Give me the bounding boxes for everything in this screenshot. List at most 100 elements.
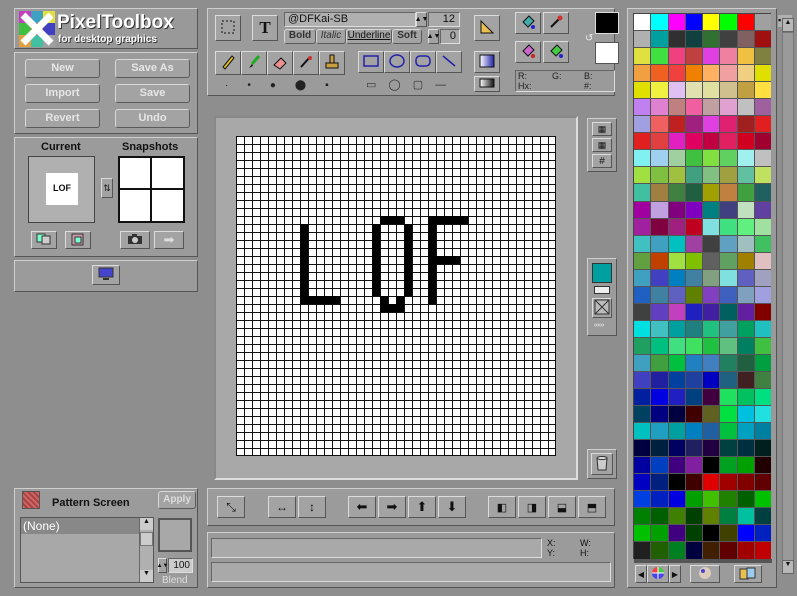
palette-swatch[interactable] xyxy=(634,201,652,219)
palette-swatch[interactable] xyxy=(754,406,772,424)
palette-swatch[interactable] xyxy=(668,269,686,287)
palette-swatch[interactable] xyxy=(703,337,721,355)
palette-swatch[interactable] xyxy=(685,31,703,49)
palette-swatch[interactable] xyxy=(754,491,772,509)
palette-swatch[interactable] xyxy=(754,184,772,202)
palette-swatch[interactable] xyxy=(703,303,721,321)
palette-swatch[interactable] xyxy=(754,286,772,304)
palette-swatch[interactable] xyxy=(703,269,721,287)
palette-swatch[interactable] xyxy=(720,371,738,390)
restore-snapshot-button[interactable]: ➡ xyxy=(154,231,184,249)
palette-prev-button[interactable]: ◀ xyxy=(635,565,647,583)
palette-swatch[interactable] xyxy=(703,406,721,424)
palette-swatch[interactable] xyxy=(720,542,738,560)
palette-swatch[interactable] xyxy=(754,99,772,117)
palette-swatch[interactable] xyxy=(634,423,652,441)
palette-swatch[interactable] xyxy=(720,508,738,526)
palette-swatch[interactable] xyxy=(703,99,721,117)
palette-swatch[interactable] xyxy=(668,235,686,253)
palette-swatch[interactable] xyxy=(634,252,652,270)
palette-swatch[interactable] xyxy=(651,65,669,83)
pattern-apply-button[interactable]: Apply xyxy=(158,491,196,509)
palette-swatch[interactable] xyxy=(737,354,755,372)
transparent-color-swatch[interactable] xyxy=(592,263,612,283)
shift-down-button[interactable]: ⬇ xyxy=(438,496,466,518)
palette-swatch[interactable] xyxy=(720,406,738,424)
ellipse-tool[interactable] xyxy=(384,51,410,73)
palette-swatch[interactable] xyxy=(754,116,772,134)
palette-swatch[interactable] xyxy=(703,491,721,509)
palette-swatch[interactable] xyxy=(634,14,652,32)
palette-swatch[interactable] xyxy=(720,525,738,543)
palette-swatch[interactable] xyxy=(703,457,721,475)
angle-tool[interactable] xyxy=(474,15,500,41)
flip-horizontal-button[interactable]: ↔ xyxy=(268,496,296,518)
palette-swatch[interactable] xyxy=(754,14,772,32)
palette-swatch[interactable] xyxy=(634,303,652,321)
palette-swatch[interactable] xyxy=(754,561,772,563)
palette-swatch[interactable] xyxy=(668,371,686,390)
palette-swatch[interactable] xyxy=(685,474,703,492)
palette-swatch[interactable] xyxy=(703,320,721,338)
palette-swatch[interactable] xyxy=(703,542,721,560)
scroll-down-arrow[interactable]: ▼ xyxy=(140,570,153,582)
palette-swatch[interactable] xyxy=(754,508,772,526)
palette-swatch[interactable] xyxy=(651,99,669,117)
palette-swatch[interactable] xyxy=(720,389,738,407)
marquee-select-tool[interactable] xyxy=(215,15,241,41)
background-color-swatch[interactable] xyxy=(595,42,619,64)
palette-swatch[interactable] xyxy=(668,48,686,66)
palette-swatch[interactable] xyxy=(634,31,652,49)
palette-swatch[interactable] xyxy=(720,440,738,458)
palette-swatch[interactable] xyxy=(703,14,721,32)
fill-background-tool[interactable] xyxy=(515,41,541,63)
palette-swatch[interactable] xyxy=(685,337,703,355)
no-transparency-button[interactable] xyxy=(592,298,612,318)
palette-swatch[interactable] xyxy=(685,303,703,321)
palette-swatch[interactable] xyxy=(737,82,755,100)
palette-swatch[interactable] xyxy=(668,525,686,543)
palette-swatch[interactable] xyxy=(737,389,755,407)
palette-swatch[interactable] xyxy=(737,303,755,321)
palette-swatch[interactable] xyxy=(703,252,721,270)
palette-swatch[interactable] xyxy=(685,457,703,475)
palette-mix-button[interactable] xyxy=(690,565,720,583)
scroll-up-arrow[interactable]: ▲ xyxy=(140,518,153,530)
palette-swatch[interactable] xyxy=(737,508,755,526)
palette-swatch[interactable] xyxy=(703,389,721,407)
palette-swatch[interactable] xyxy=(703,150,721,168)
blend-value-field[interactable]: 100 xyxy=(168,558,193,573)
palette-swatch[interactable] xyxy=(634,371,652,390)
palette-swatch[interactable] xyxy=(737,423,755,441)
color-palette[interactable] xyxy=(633,13,772,563)
palette-swatch[interactable] xyxy=(651,561,669,563)
palette-swatch[interactable] xyxy=(720,99,738,117)
palette-swatch[interactable] xyxy=(720,184,738,202)
mirror-up-button[interactable]: ⬒ xyxy=(578,496,606,518)
palette-swatch[interactable] xyxy=(634,457,652,475)
palette-swatch[interactable] xyxy=(703,474,721,492)
bold-toggle[interactable]: Bold xyxy=(284,29,316,44)
crop-button[interactable]: ⤡ xyxy=(217,496,245,518)
palette-scroll-track[interactable] xyxy=(782,32,794,562)
palette-swatch[interactable] xyxy=(634,440,652,458)
palette-swatch[interactable] xyxy=(634,508,652,526)
palette-swatch[interactable] xyxy=(754,542,772,560)
palette-swatch[interactable] xyxy=(634,269,652,287)
palette-swatch[interactable] xyxy=(668,167,686,185)
palette-swatch[interactable] xyxy=(634,406,652,424)
rectangle-tool[interactable] xyxy=(358,51,384,73)
palette-swatch[interactable] xyxy=(651,320,669,338)
palette-swatch[interactable] xyxy=(720,286,738,304)
palette-swatch[interactable] xyxy=(703,48,721,66)
palette-swatch[interactable] xyxy=(668,474,686,492)
pattern-list[interactable]: (None) xyxy=(20,517,154,583)
stamp-tool[interactable] xyxy=(319,51,345,75)
palette-swatch[interactable] xyxy=(720,65,738,83)
palette-swatch[interactable] xyxy=(651,184,669,202)
palette-swatch[interactable] xyxy=(651,423,669,441)
palette-swatch[interactable] xyxy=(651,440,669,458)
palette-swatch[interactable] xyxy=(651,48,669,66)
palette-swatch[interactable] xyxy=(685,542,703,560)
rotate-right-button[interactable]: ◨ xyxy=(518,496,546,518)
